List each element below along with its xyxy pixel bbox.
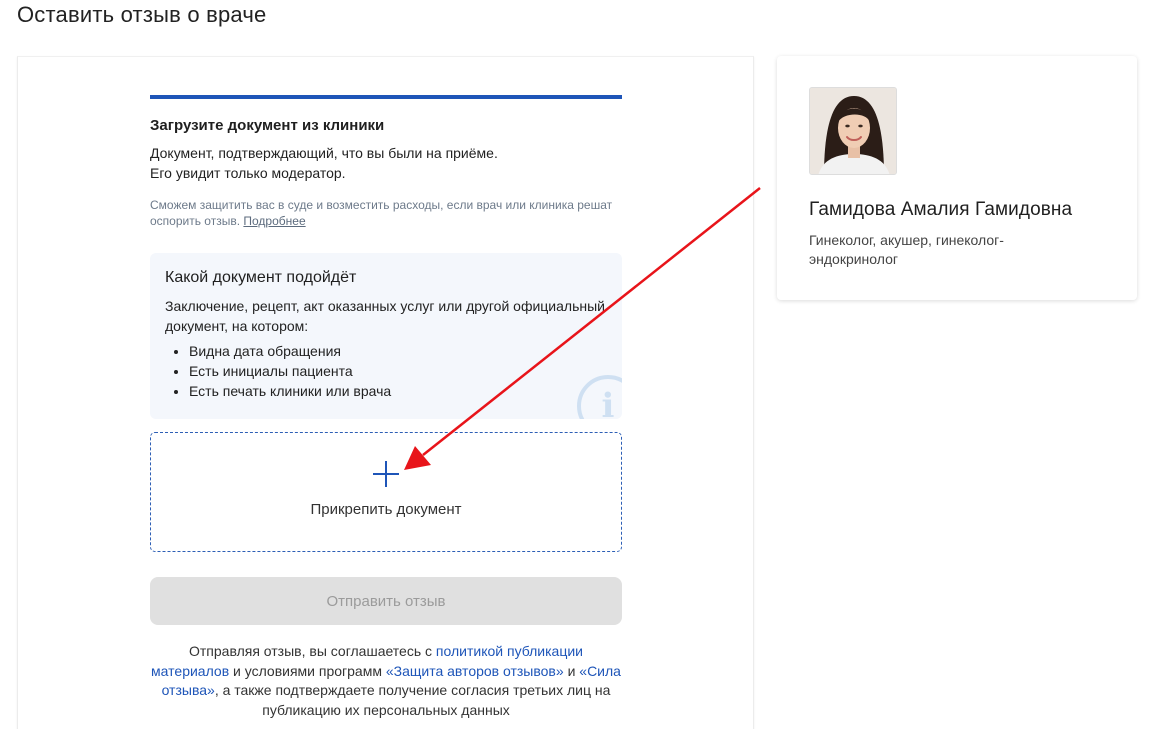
requirements-title: Какой документ подойдёт	[165, 269, 357, 286]
submit-review-button[interactable]: Отправить отзыв	[150, 577, 622, 625]
agreement-part1: Отправляя отзыв, вы соглашаетесь с	[189, 643, 433, 659]
agreement-part2: и условиями программ	[233, 662, 382, 679]
upload-description-line1: Документ, подтверждающий, что вы были на…	[150, 145, 498, 161]
agreement-part3: и	[567, 662, 576, 679]
list-item: Видна дата обращения	[189, 341, 607, 361]
list-item: Есть инициалы пациента	[189, 361, 607, 381]
attach-document-label: Прикрепить документ	[310, 501, 462, 518]
review-form-card: Загрузите документ из клиники Документ, …	[17, 56, 754, 729]
doctor-specialty: Гинеколог, акушер, гинеколог-эндокриноло…	[809, 232, 1004, 267]
attach-document-dropzone[interactable]: Прикрепить документ	[150, 432, 622, 552]
agreement-part4: , а также подтверждаете получение соглас…	[214, 682, 611, 718]
progress-bar	[150, 95, 622, 99]
requirements-text: Заключение, рецепт, акт оказанных услуг …	[165, 298, 605, 334]
requirements-list: Видна дата обращения Есть инициалы пацие…	[165, 341, 607, 401]
author-protection-link[interactable]: «Защита авторов отзывов»	[386, 663, 564, 679]
doctor-card: Гамидова Амалия Гамидовна Гинеколог, аку…	[777, 56, 1137, 300]
review-form-content: Загрузите документ из клиники Документ, …	[150, 95, 622, 720]
legal-note: Сможем защитить вас в суде и возместить …	[150, 197, 622, 229]
doctor-name: Гамидова Амалия Гамидовна	[809, 199, 1073, 220]
doctor-photo-illustration	[810, 88, 896, 174]
upload-description-line2: Его увидит только модератор.	[150, 165, 346, 181]
details-link[interactable]: Подробнее	[243, 214, 305, 228]
document-requirements-box: Какой документ подойдёт Заключение, реце…	[150, 253, 622, 419]
list-item: Есть печать клиники или врача	[189, 381, 607, 401]
agreement-text: Отправляя отзыв, вы соглашаетесь с полит…	[150, 642, 622, 720]
plus-icon	[373, 461, 399, 487]
upload-description: Документ, подтверждающий, что вы были на…	[150, 143, 622, 183]
upload-title: Загрузите документ из клиники	[150, 117, 385, 134]
doctor-photo	[809, 87, 897, 175]
legal-note-text: Сможем защитить вас в суде и возместить …	[150, 198, 613, 228]
page-title: Оставить отзыв о враче	[17, 2, 267, 27]
